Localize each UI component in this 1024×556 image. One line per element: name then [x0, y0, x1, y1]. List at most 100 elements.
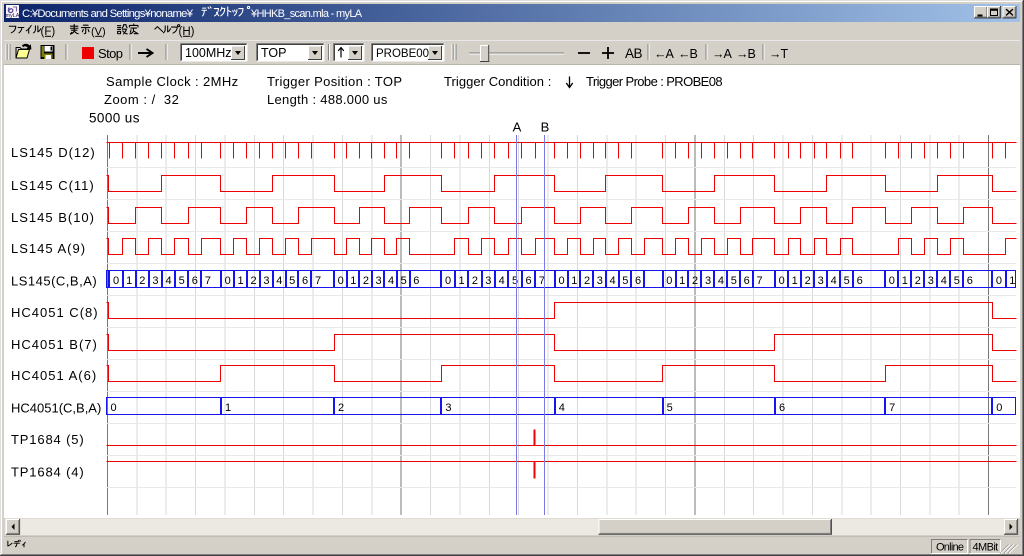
svg-text:3: 3 — [445, 402, 451, 414]
svg-text:4: 4 — [718, 275, 724, 287]
svg-text:6: 6 — [779, 402, 785, 414]
svg-text:6: 6 — [302, 275, 308, 287]
svg-text:0: 0 — [889, 275, 895, 287]
svg-text:Online: Online — [936, 542, 964, 554]
svg-text:Trigger Probe : PROBE08: Trigger Probe : PROBE08 — [586, 74, 722, 89]
svg-text:AB: AB — [625, 46, 643, 61]
svg-text:0: 0 — [113, 275, 119, 287]
svg-text:1: 1 — [679, 275, 685, 287]
svg-text:4: 4 — [499, 275, 505, 287]
svg-text:4: 4 — [831, 275, 837, 287]
svg-text:5: 5 — [844, 275, 850, 287]
svg-text:HC4051 B(7): HC4051 B(7) — [11, 337, 98, 352]
svg-text:4: 4 — [609, 275, 615, 287]
svg-text:←A: ←A — [654, 47, 675, 61]
svg-text:7: 7 — [889, 402, 895, 414]
svg-text:2: 2 — [915, 275, 921, 287]
svg-text:6: 6 — [967, 275, 973, 287]
svg-text:1: 1 — [238, 275, 244, 287]
svg-text:2: 2 — [338, 402, 344, 414]
svg-text:LS145 A(9): LS145 A(9) — [11, 241, 86, 256]
svg-text:5: 5 — [667, 402, 673, 414]
svg-text:5: 5 — [512, 275, 518, 287]
svg-text:3: 3 — [375, 275, 381, 287]
svg-text:Trigger Position : TOP: Trigger Position : TOP — [267, 74, 402, 89]
svg-text:3: 3 — [152, 275, 158, 287]
svg-text:Sample Clock : 2MHz: Sample Clock : 2MHz — [106, 74, 239, 89]
svg-text:TOP: TOP — [261, 46, 286, 60]
svg-text:1: 1 — [1009, 275, 1015, 287]
svg-text:HC4051(C,B,A): HC4051(C,B,A) — [11, 401, 101, 416]
svg-text:myLA: myLA — [6, 13, 20, 19]
svg-text:0: 0 — [666, 275, 672, 287]
svg-text:3: 3 — [818, 275, 824, 287]
svg-text:0: 0 — [445, 275, 451, 287]
svg-text:→A: →A — [712, 47, 733, 61]
svg-text:3: 3 — [928, 275, 934, 287]
svg-text:PROBE00: PROBE00 — [376, 48, 429, 60]
svg-text:3: 3 — [597, 275, 603, 287]
svg-text:4: 4 — [276, 275, 282, 287]
svg-text:3: 3 — [485, 275, 491, 287]
svg-text:6: 6 — [192, 275, 198, 287]
svg-text:HC4051 A(6): HC4051 A(6) — [11, 368, 97, 383]
svg-text:HC4051 C(8): HC4051 C(8) — [11, 305, 99, 320]
svg-text:7: 7 — [205, 275, 211, 287]
svg-text:7: 7 — [315, 275, 321, 287]
svg-text:TP1684 (4): TP1684 (4) — [11, 465, 85, 480]
svg-text:Zoom : / 32: Zoom : / 32 — [104, 92, 179, 107]
svg-text:1: 1 — [350, 275, 356, 287]
svg-text:4: 4 — [166, 275, 172, 287]
svg-text:1: 1 — [792, 275, 798, 287]
svg-text:6: 6 — [413, 275, 419, 287]
svg-text:C:¥Documents and Settings¥nona: C:¥Documents and Settings¥noname¥ — [22, 8, 194, 20]
svg-text:2: 2 — [363, 275, 369, 287]
svg-text:←B: ←B — [678, 47, 698, 61]
svg-text:2: 2 — [805, 275, 811, 287]
svg-text:0: 0 — [996, 402, 1002, 414]
svg-text:1: 1 — [225, 402, 231, 414]
svg-text:B: B — [541, 120, 550, 135]
svg-text:1: 1 — [126, 275, 132, 287]
svg-text:5: 5 — [731, 275, 737, 287]
svg-text:0: 0 — [996, 275, 1002, 287]
svg-text:LS145 C(11): LS145 C(11) — [11, 178, 95, 193]
svg-text:6: 6 — [635, 275, 641, 287]
svg-text:5: 5 — [954, 275, 960, 287]
svg-text:1: 1 — [571, 275, 577, 287]
svg-text:¥HHKB_scan.mla - myLA: ¥HHKB_scan.mla - myLA — [250, 8, 363, 20]
svg-text:5: 5 — [401, 275, 407, 287]
svg-text:0: 0 — [111, 402, 117, 414]
svg-text:5: 5 — [289, 275, 295, 287]
svg-text:TP1684 (5): TP1684 (5) — [11, 432, 85, 447]
svg-text:A: A — [513, 120, 522, 135]
svg-text:LS145 B(10): LS145 B(10) — [11, 210, 95, 225]
svg-text:2: 2 — [692, 275, 698, 287]
svg-text:4: 4 — [388, 275, 394, 287]
svg-text:3: 3 — [263, 275, 269, 287]
svg-text:Length : 488.000 us: Length : 488.000 us — [267, 92, 388, 107]
svg-text:4: 4 — [941, 275, 947, 287]
svg-text:→B: →B — [736, 47, 756, 61]
svg-text:0: 0 — [338, 275, 344, 287]
svg-text:4: 4 — [559, 402, 565, 414]
svg-text:2: 2 — [139, 275, 145, 287]
svg-text:5000 us: 5000 us — [89, 111, 140, 126]
svg-text:7: 7 — [757, 275, 763, 287]
svg-text:3: 3 — [705, 275, 711, 287]
svg-text:LS145 D(12): LS145 D(12) — [11, 145, 96, 160]
svg-text:6: 6 — [744, 275, 750, 287]
svg-text:Stop: Stop — [98, 46, 123, 61]
svg-text:0: 0 — [225, 275, 231, 287]
svg-text:Trigger Condition :: Trigger Condition : — [444, 74, 551, 89]
svg-text:0: 0 — [558, 275, 564, 287]
svg-text:→T: →T — [769, 47, 789, 61]
svg-text:1: 1 — [458, 275, 464, 287]
svg-text:2: 2 — [472, 275, 478, 287]
svg-text:LS145(C,B,A): LS145(C,B,A) — [11, 274, 97, 289]
svg-text:2: 2 — [250, 275, 256, 287]
svg-text:0: 0 — [779, 275, 785, 287]
svg-text:6: 6 — [857, 275, 863, 287]
svg-text:5: 5 — [622, 275, 628, 287]
svg-text:5: 5 — [179, 275, 185, 287]
